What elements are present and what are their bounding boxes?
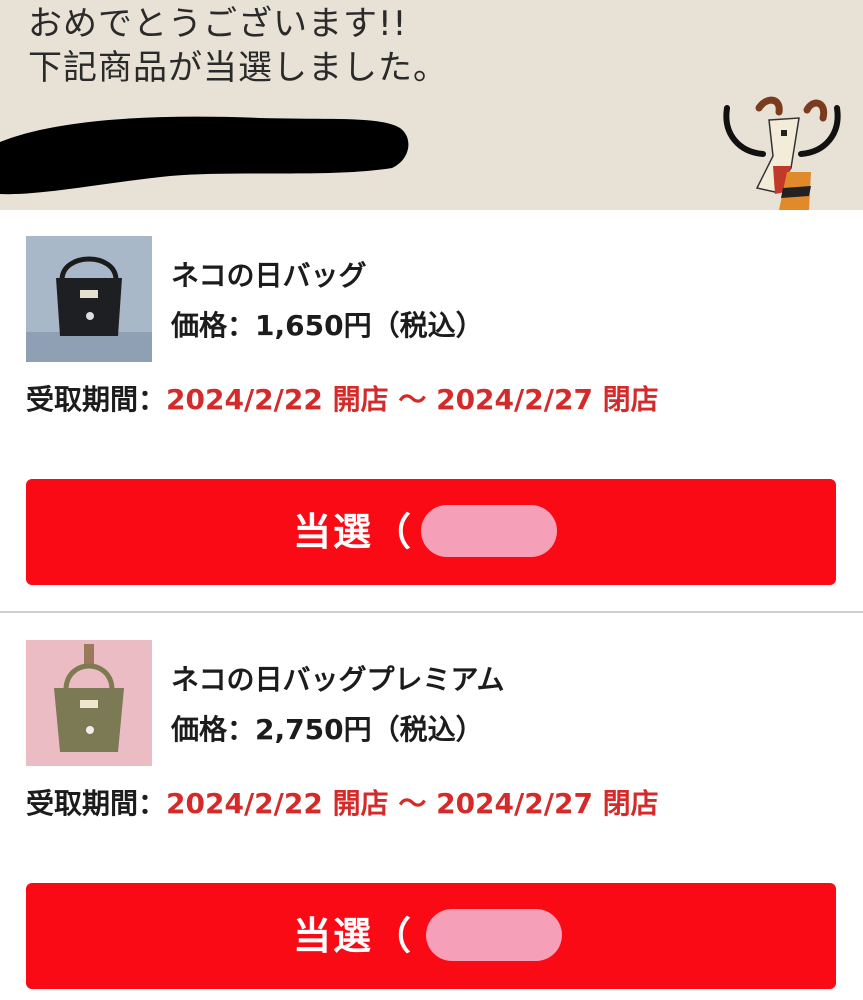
win-button-label: 当選（ (292, 510, 413, 554)
product-name: ネコの日バッグプレミアム (171, 663, 505, 696)
product-name: ネコの日バッグ (171, 259, 367, 292)
pickup-period-label: 受取期間： (26, 383, 167, 416)
win-button-label: 当選（ (292, 914, 413, 958)
prize-item: ネコの日バッグ 価格：1,650円（税込） 受取期間：2024/2/22 開店 … (0, 210, 863, 612)
pickup-period-value: 2024/2/22 開店 〜 2024/2/27 閉店 (166, 787, 659, 820)
win-button[interactable]: 当選（ (26, 479, 836, 585)
congratulations-text: おめでとうございます!! (28, 4, 408, 44)
pickup-period-value: 2024/2/22 開店 〜 2024/2/27 閉店 (166, 383, 659, 416)
product-price: 価格：1,650円（税込） (171, 309, 484, 342)
pickup-period-label: 受取期間： (26, 787, 167, 820)
pickup-period: 受取期間：2024/2/22 開店 〜 2024/2/27 閉店 (26, 782, 659, 822)
redaction-mark (426, 909, 562, 961)
congratulations-banner: おめでとうございます!! 下記商品が当選しました。 (0, 0, 863, 210)
olive-tote-bag-image (26, 640, 152, 766)
black-tote-bag-image (26, 236, 152, 362)
redaction-mark (421, 505, 557, 557)
redaction-scribble (0, 116, 409, 195)
prize-item: ネコの日バッグプレミアム 価格：2,750円（税込） 受取期間：2024/2/2… (0, 614, 863, 1000)
win-button[interactable]: 当選（ (26, 883, 836, 989)
winning-notice-text: 下記商品が当選しました。 (28, 48, 448, 88)
product-price: 価格：2,750円（税込） (171, 713, 484, 746)
goat-mascot-icon (723, 96, 841, 210)
pickup-period: 受取期間：2024/2/22 開店 〜 2024/2/27 閉店 (26, 378, 659, 418)
item-divider (0, 611, 863, 613)
